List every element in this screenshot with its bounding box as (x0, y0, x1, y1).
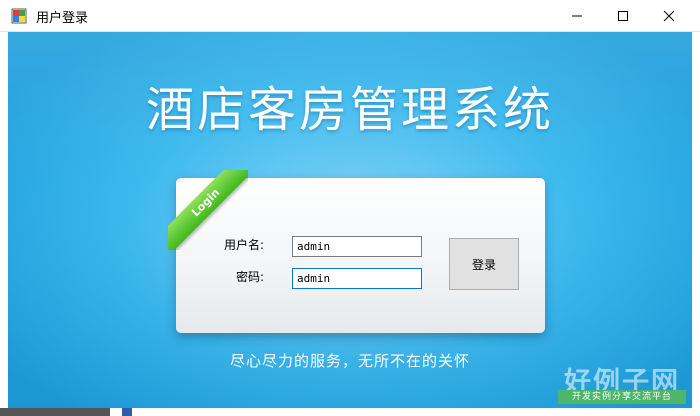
window-title: 用户登录 (36, 11, 89, 26)
minimize-icon (572, 15, 582, 16)
taskbar-fragment (0, 408, 110, 416)
watermark-sub: 开发实例分享交流平台 (558, 390, 686, 404)
app-icon (11, 8, 27, 24)
username-input[interactable]: admin (292, 236, 422, 257)
taskbar-item-fragment (122, 408, 132, 416)
maximize-button[interactable] (600, 0, 646, 31)
watermark-logo: 好例子网 开发实例分享交流平台 (556, 360, 688, 406)
login-background: 酒店客房管理系统 Login 用户名: 密码: admin admin 登录 尽… (8, 32, 692, 408)
login-button[interactable]: 登录 (449, 238, 519, 290)
close-icon (663, 10, 675, 21)
password-input[interactable]: admin (292, 268, 422, 289)
maximize-icon (618, 10, 628, 21)
login-window: 用户登录 酒店客房管理系统 Login 用户名: 密码: admin admin… (0, 0, 700, 416)
password-label: 密码: (236, 270, 265, 284)
title-bar[interactable]: 用户登录 (0, 0, 700, 32)
username-label: 用户名: (224, 238, 265, 252)
app-title: 酒店客房管理系统 (145, 82, 554, 138)
close-button[interactable] (646, 0, 692, 31)
minimize-button[interactable] (554, 0, 600, 31)
